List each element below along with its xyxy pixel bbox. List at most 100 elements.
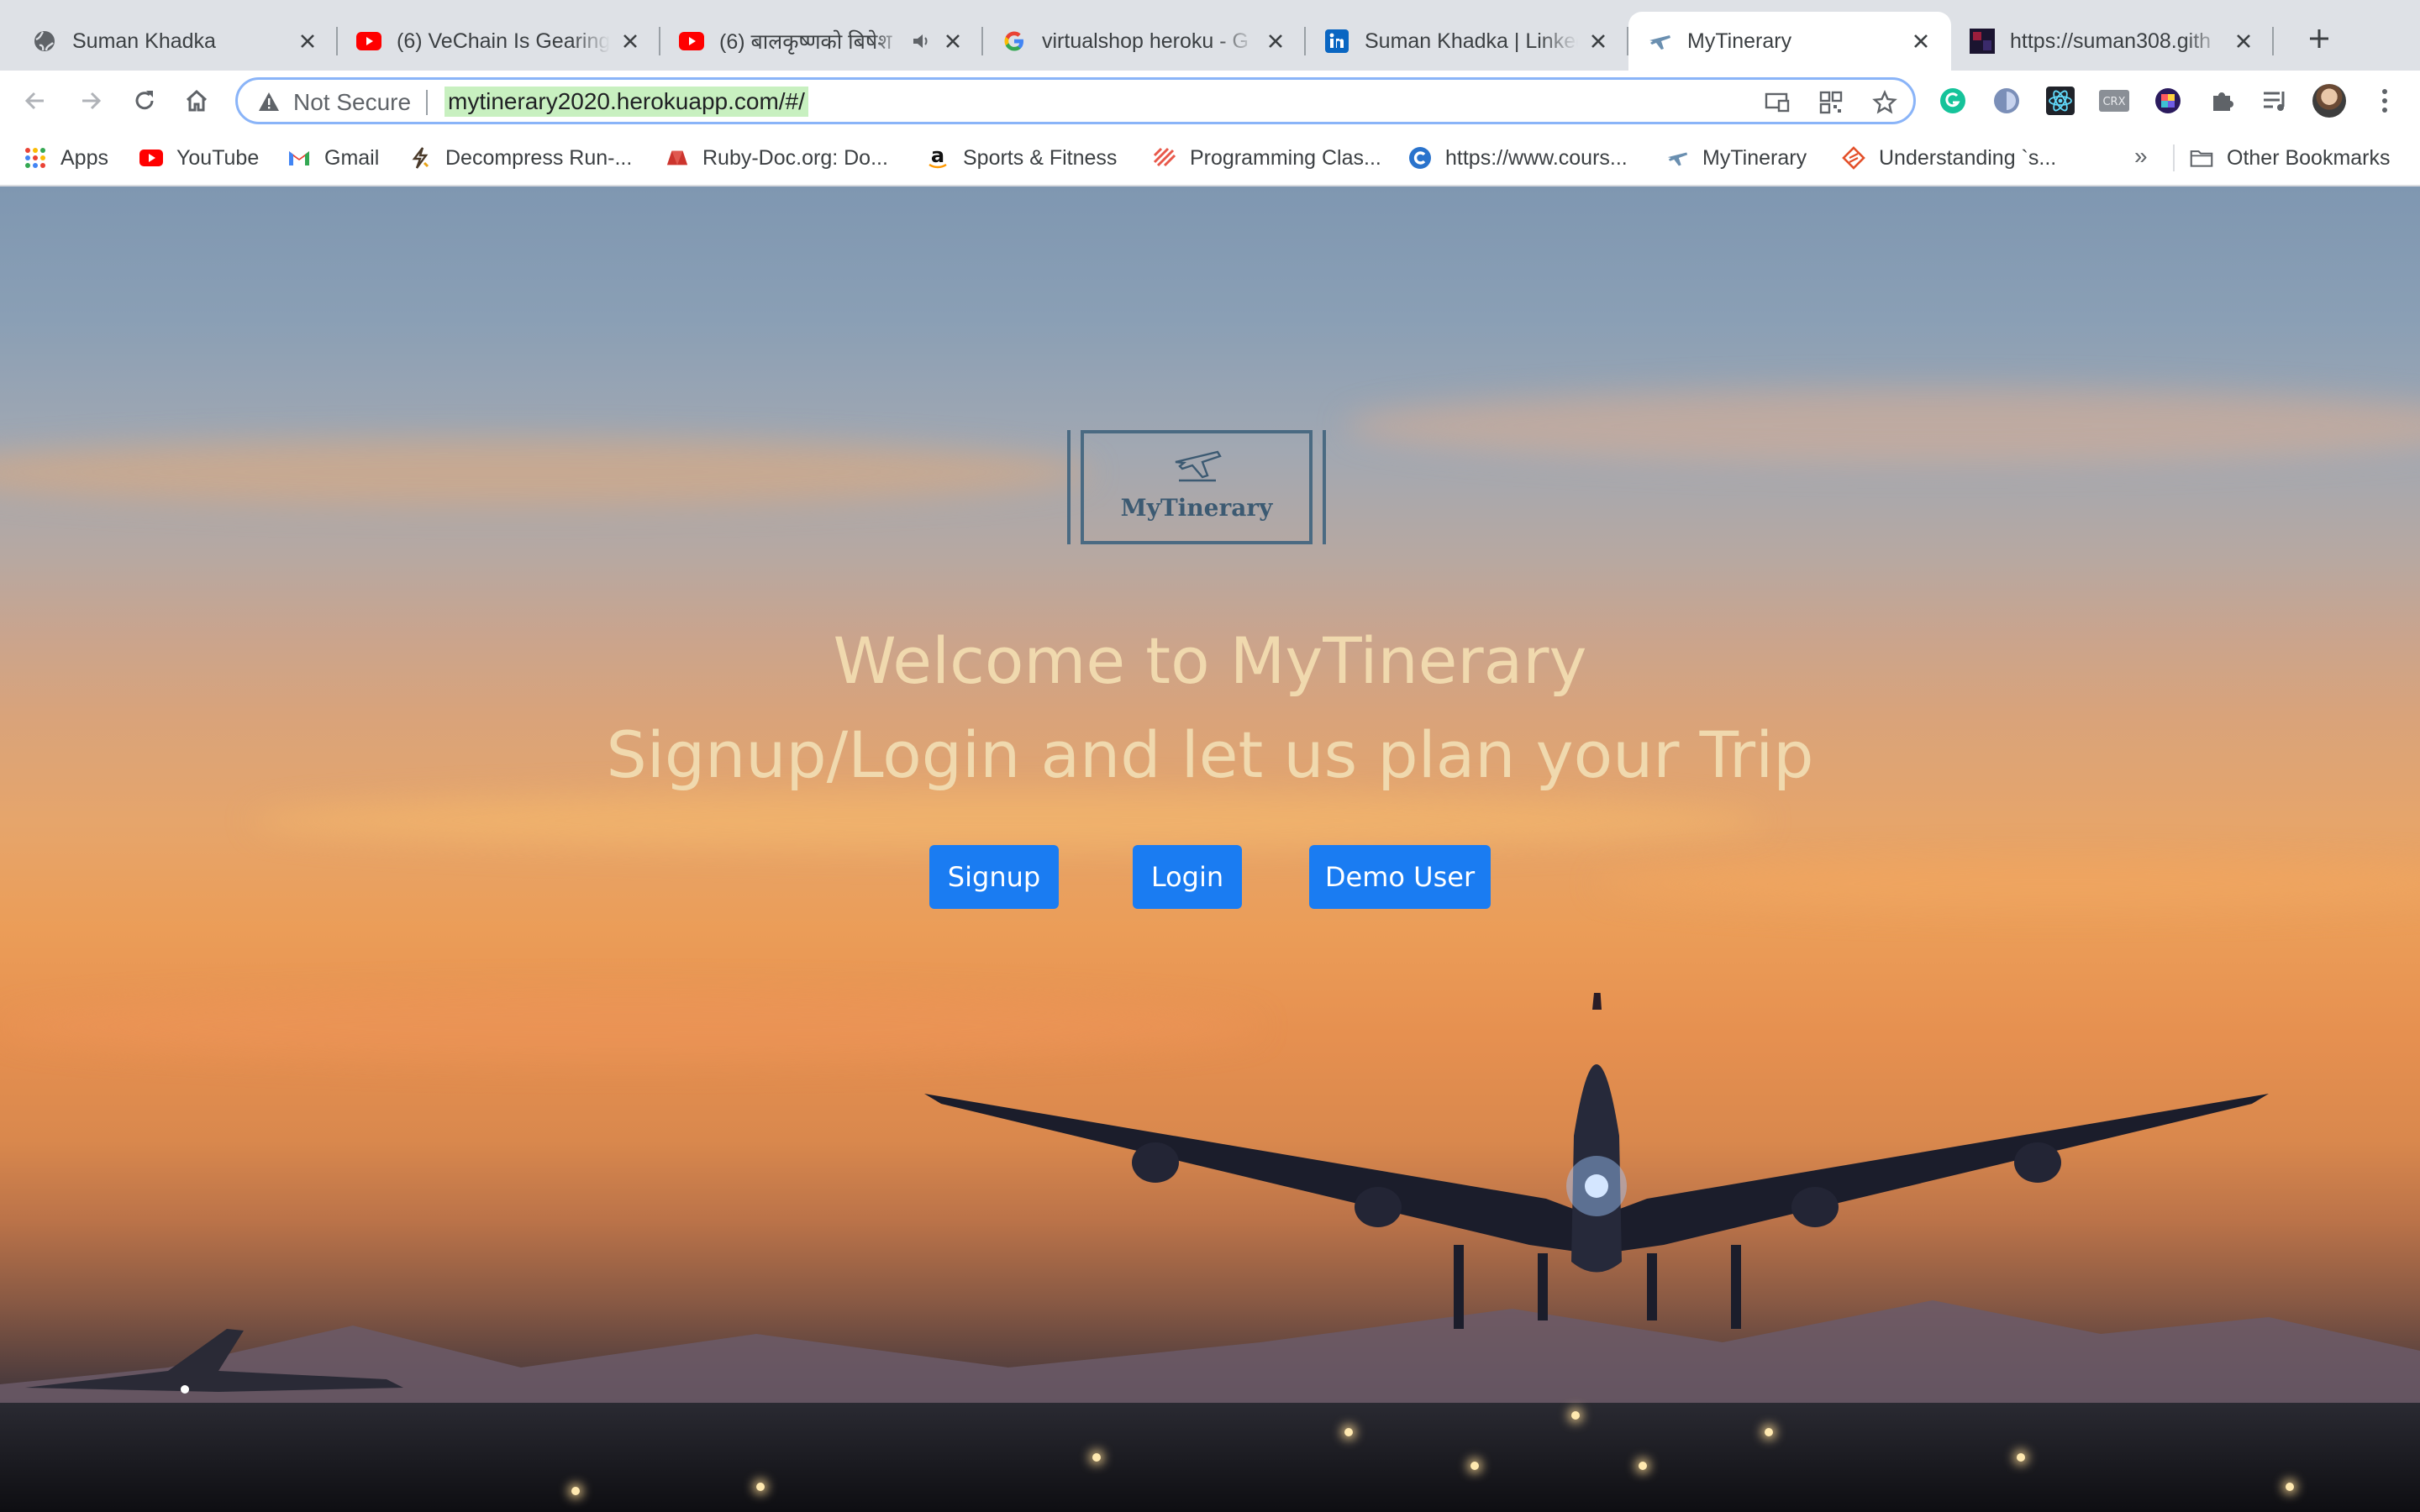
- close-icon[interactable]: [1909, 29, 1933, 53]
- bookmark-mytinerary[interactable]: MyTinerary: [1665, 143, 1807, 173]
- runway-light: [756, 1483, 765, 1491]
- bookmark-label: MyTinerary: [1702, 145, 1807, 170]
- runway-light: [1765, 1428, 1773, 1436]
- puzzle-icon[interactable]: [2205, 84, 2238, 118]
- close-icon[interactable]: [618, 29, 642, 53]
- close-icon[interactable]: [1586, 29, 1610, 53]
- tab-mytinerary[interactable]: MyTinerary: [1628, 12, 1951, 71]
- security-label[interactable]: Not Secure: [293, 89, 411, 116]
- bookmark-programming-classes[interactable]: Programming Clas...: [1153, 143, 1381, 173]
- airplane-icon: [1647, 29, 1672, 54]
- folder-icon: [2190, 146, 2213, 170]
- signup-button[interactable]: Signup: [929, 845, 1059, 909]
- bookmark-decompress[interactable]: Decompress Run-...: [408, 143, 632, 173]
- redux-devtools-icon[interactable]: [2151, 84, 2185, 118]
- star-icon[interactable]: [1871, 89, 1898, 116]
- qr-code-icon[interactable]: [1818, 89, 1844, 116]
- bookmark-label: Gmail: [324, 145, 380, 170]
- close-icon[interactable]: [296, 29, 319, 53]
- extension-circle-icon[interactable]: [1990, 84, 2023, 118]
- google-icon: [1002, 29, 1027, 54]
- runway-light: [571, 1487, 580, 1495]
- tab-github-pages[interactable]: https://suman308.gith: [1951, 12, 2274, 71]
- tab-balkrishna[interactable]: (6) बालकृष्णको बिषेश: [660, 12, 983, 71]
- bookmark-youtube[interactable]: YouTube: [139, 143, 259, 173]
- speaker-icon[interactable]: [911, 30, 933, 52]
- bolt-icon: [408, 146, 432, 170]
- new-tab-button[interactable]: [2299, 18, 2339, 59]
- runway-light: [1344, 1428, 1353, 1436]
- tab-title: (6) बालकृष्णको बिषेश: [719, 30, 892, 54]
- reading-list-icon[interactable]: [2259, 84, 2292, 118]
- background-airplane: [25, 1329, 403, 1394]
- close-icon[interactable]: [941, 29, 965, 53]
- bookmark-label: Other Bookmarks: [2227, 145, 2391, 170]
- tab-separator: [2272, 27, 2274, 55]
- bookmark-apps[interactable]: Apps: [24, 143, 108, 173]
- close-icon[interactable]: [2232, 29, 2255, 53]
- runway-light: [1571, 1411, 1580, 1420]
- close-icon[interactable]: [1264, 29, 1287, 53]
- demo-user-button[interactable]: Demo User: [1309, 845, 1491, 909]
- bookmark-other-bookmarks[interactable]: Other Bookmarks: [2190, 143, 2391, 173]
- apps-grid-icon: [24, 146, 47, 170]
- runway-light: [1639, 1462, 1647, 1470]
- bookmark-coursera[interactable]: https://www.cours...: [1408, 143, 1628, 173]
- grammarly-icon[interactable]: [1936, 84, 1970, 118]
- linkedin-icon: [1324, 29, 1349, 54]
- bookmark-label: Decompress Run-...: [445, 145, 633, 170]
- tab-title: (6) VeChain Is Gearing: [397, 29, 610, 53]
- welcome-heading: Welcome to MyTinerary: [833, 623, 1587, 698]
- login-button[interactable]: Login: [1133, 845, 1242, 909]
- warning-icon[interactable]: [258, 91, 280, 113]
- tab-virtualshop[interactable]: virtualshop heroku - G: [983, 12, 1306, 71]
- svg-text:CRX: CRX: [2102, 96, 2125, 108]
- landing-page: MyTinerary Welcome to MyTinerary Signup/…: [0, 186, 2420, 1512]
- stripes-icon: [1153, 146, 1176, 170]
- bookmarks-overflow-button[interactable]: »: [2134, 143, 2148, 170]
- bookmark-ruby-doc[interactable]: Ruby-Doc.org: Do...: [666, 143, 888, 173]
- tab-title: https://suman308.gith: [2010, 29, 2212, 53]
- reload-button[interactable]: [126, 82, 163, 119]
- back-button[interactable]: [17, 82, 54, 119]
- bookmark-label: Sports & Fitness: [963, 145, 1118, 170]
- forward-button[interactable]: [72, 82, 109, 119]
- runway-light: [1092, 1453, 1101, 1462]
- background-cloud: [1597, 858, 2420, 909]
- amazon-icon: a: [926, 146, 950, 170]
- bookmark-label: Apps: [60, 145, 108, 170]
- address-bar[interactable]: Not Secure mytinerary2020.herokuapp.com/…: [235, 77, 1916, 124]
- globe-icon: [32, 29, 57, 54]
- url-text[interactable]: mytinerary2020.herokuapp.com/#/: [445, 87, 808, 117]
- cast-icon[interactable]: [1764, 89, 1791, 116]
- coursera-icon: [1408, 146, 1432, 170]
- gmail-icon: [287, 146, 311, 170]
- home-button[interactable]: [178, 82, 215, 119]
- more-menu-icon[interactable]: [2368, 84, 2402, 118]
- bookmarks-bar: Apps YouTube Gmail Decompress Run-... Ru…: [0, 131, 2420, 186]
- browser-toolbar: Not Secure mytinerary2020.herokuapp.com/…: [0, 71, 2420, 131]
- profile-avatar[interactable]: [2312, 84, 2346, 118]
- arrow-right-icon: [82, 92, 102, 110]
- react-devtools-icon[interactable]: [2044, 84, 2077, 118]
- tab-title: MyTinerary: [1687, 29, 1792, 53]
- bookmark-label: Ruby-Doc.org: Do...: [702, 145, 888, 170]
- bookmark-sports-fitness[interactable]: a Sports & Fitness: [926, 143, 1117, 173]
- ruby-icon: [666, 146, 689, 170]
- youtube-icon: [679, 29, 704, 54]
- tab-linkedin[interactable]: Suman Khadka | Linked: [1306, 12, 1628, 71]
- bookmark-understanding[interactable]: Understanding `s...: [1842, 143, 2056, 173]
- divider: [2173, 144, 2175, 171]
- tab-suman-khadka[interactable]: Suman Khadka: [0, 12, 338, 71]
- crx-icon[interactable]: CRX: [2097, 84, 2131, 118]
- runway: [0, 1403, 2420, 1512]
- tab-title: Suman Khadka | Linked: [1365, 29, 1578, 53]
- github-pages-icon: [1970, 29, 1995, 54]
- background-cloud: [1344, 388, 2420, 464]
- bookmark-gmail[interactable]: Gmail: [287, 143, 379, 173]
- arrow-left-icon: [24, 92, 44, 110]
- airplane-icon: [1665, 146, 1689, 170]
- tab-vechain[interactable]: (6) VeChain Is Gearing: [338, 12, 660, 71]
- bookmark-label: https://www.cours...: [1445, 145, 1628, 170]
- site-logo: MyTinerary: [1067, 430, 1326, 544]
